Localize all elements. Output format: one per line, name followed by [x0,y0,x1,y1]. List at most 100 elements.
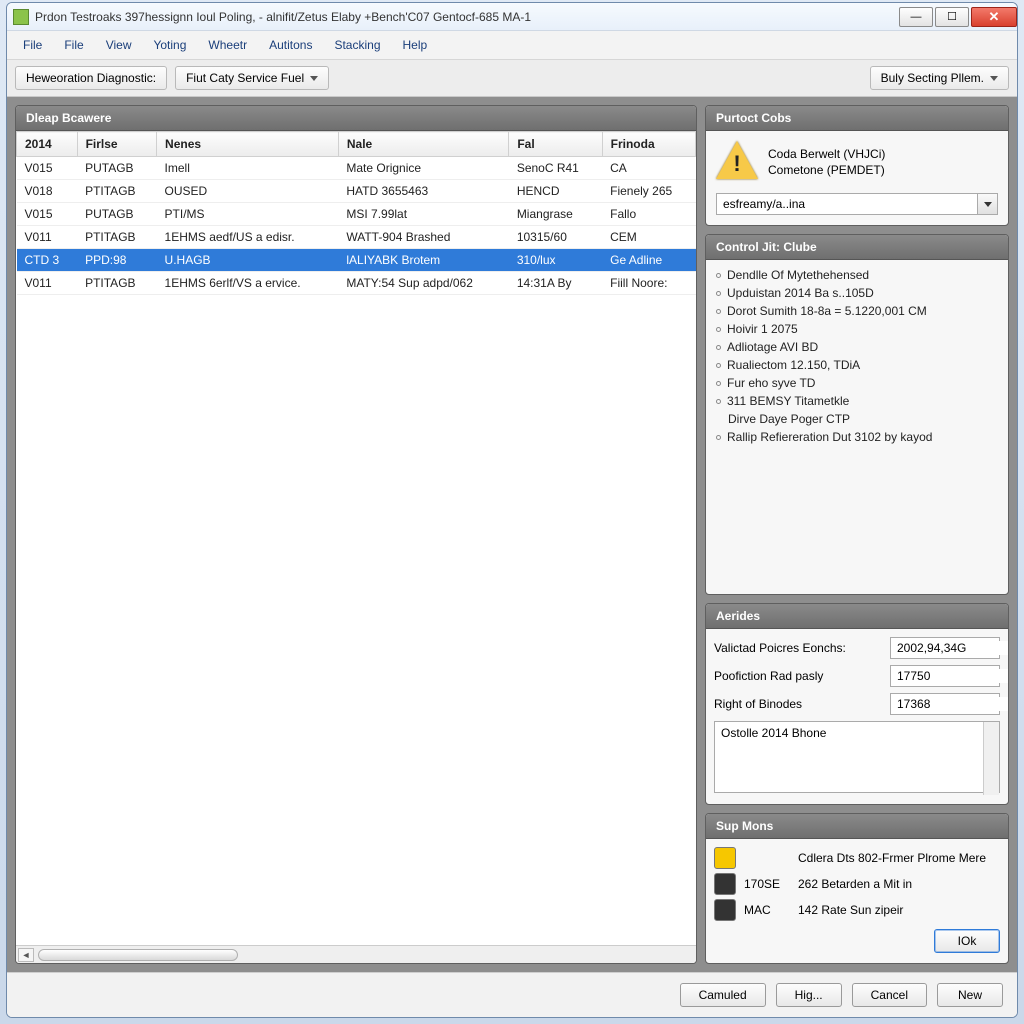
supmons-code: 170SE [744,877,790,891]
col-header[interactable]: Fal [509,132,602,157]
field-input[interactable] [891,669,1009,683]
warning-combo-button[interactable] [977,194,997,214]
chevron-down-icon [990,76,998,81]
bullet-icon [716,399,721,404]
menubar: File File View Yoting Wheetr Autitons St… [7,31,1017,60]
titlebar: Prdon Testroaks 397hessignn Ioul Poling,… [7,3,1017,31]
menu-help[interactable]: Help [393,35,438,55]
menu-stacking[interactable]: Stacking [324,35,390,55]
warning-panel: Purtoct Cobs ! Coda Berwelt (VHJCi) Come… [705,105,1009,226]
table-row[interactable]: V015PUTAGBPTI/MSMSI 7.99latMiangraseFall… [17,203,696,226]
form-row: Right of Binodes [714,693,1000,715]
scroll-thumb[interactable] [38,949,238,961]
list-item[interactable]: 311 BEMSY Titametkle [710,392,1004,410]
col-header[interactable]: Nenes [157,132,339,157]
warning-text: Coda Berwelt (VHJCi) Cometone (PEMDET) [768,146,885,178]
supmons-row[interactable]: Cdlera Dts 802-Frmer Plrome Mere [714,847,1000,869]
table-cell: CTD 3 [17,249,78,272]
aerides-title: Aerides [706,604,1008,629]
warning-combo-input[interactable] [717,197,977,211]
table-cell: 14:31A By [509,272,602,295]
warning-title: Purtoct Cobs [706,106,1008,131]
control-list: Dendlle Of MytethehensedUpduistan 2014 B… [706,260,1008,456]
table-cell: CA [602,157,695,180]
table-cell: V015 [17,157,78,180]
supmons-icon [714,847,736,869]
menu-file-1[interactable]: File [13,35,52,55]
application-window: Prdon Testroaks 397hessignn Ioul Poling,… [6,2,1018,1018]
list-item[interactable]: Rallip Refiereration Dut 3102 by kayod [710,428,1004,446]
menu-autitons[interactable]: Autitons [259,35,322,55]
menu-file-2[interactable]: File [54,35,93,55]
table-row[interactable]: V011PTITAGB1EHMS aedf/US a edisr.WATT-90… [17,226,696,249]
horizontal-scrollbar[interactable]: ◄ [16,945,696,963]
list-item[interactable]: Hoivir 1 2075 [710,320,1004,338]
table-cell: PPD:98 [77,249,156,272]
field-combo[interactable] [890,665,1000,687]
list-item[interactable]: Dendlle Of Mytethehensed [710,266,1004,284]
notes-textarea[interactable] [714,721,1000,793]
table-cell: PTITAGB [77,180,156,203]
field-input[interactable] [891,697,1009,711]
list-item[interactable]: Dorot Sumith 18-8a = 5.1220,001 CM [710,302,1004,320]
table-cell: PUTAGB [77,203,156,226]
list-item[interactable]: Fur eho syve TD [710,374,1004,392]
table-cell: MATY:54 Sup adpd/062 [338,272,508,295]
table-cell: Fiill Noore: [602,272,695,295]
field-combo[interactable] [890,637,1000,659]
service-fuel-dropdown[interactable]: Fiut Caty Service Fuel [175,66,329,90]
list-item[interactable]: Adliotage AVI BD [710,338,1004,356]
bullet-icon [716,273,721,278]
bullet-icon [716,381,721,386]
form-row: Poofiction Rad pasly [714,665,1000,687]
close-button[interactable]: ✕ [971,7,1017,27]
diagnostic-button[interactable]: Heweoration Diagnostic: [15,66,167,90]
list-item-label: Dorot Sumith 18-8a = 5.1220,001 CM [727,304,927,318]
supmons-row[interactable]: 170SE262 Betarden a Mit in [714,873,1000,895]
list-item-label: Hoivir 1 2075 [727,322,798,336]
table-row[interactable]: V015PUTAGBImellMate OrigniceSenoC R41CA [17,157,696,180]
list-item-label: Adliotage AVI BD [727,340,818,354]
list-item[interactable]: Upduistan 2014 Ba s..105D [710,284,1004,302]
hig-button[interactable]: Hig... [776,983,842,1007]
camuled-button[interactable]: Camuled [680,983,766,1007]
list-item-label: Rallip Refiereration Dut 3102 by kayod [727,430,932,444]
minimize-button[interactable]: — [899,7,933,27]
notes-scrollbar[interactable] [983,722,999,795]
list-item-plain[interactable]: Dirve Daye Poger CTP [710,410,1004,428]
menu-yoting[interactable]: Yoting [143,35,196,55]
menu-wheetr[interactable]: Wheetr [198,35,257,55]
table-row[interactable]: V018PTITAGBOUSEDHATD 3655463HENCDFienely… [17,180,696,203]
table-scroll-area[interactable]: 2014FirlseNenesNaleFalFrinoda V015PUTAGB… [16,131,696,945]
supmons-text: Cdlera Dts 802-Frmer Plrome Mere [798,851,986,865]
table-cell: CEM [602,226,695,249]
table-cell: 10315/60 [509,226,602,249]
table-cell: U.HAGB [157,249,339,272]
list-item[interactable]: Rualiectom 12.150, TDiA [710,356,1004,374]
table-cell: PTITAGB [77,226,156,249]
col-header[interactable]: 2014 [17,132,78,157]
chevron-down-icon [310,76,318,81]
col-header[interactable]: Nale [338,132,508,157]
bullet-icon [716,309,721,314]
table-row[interactable]: V011PTITAGB1EHMS 6erlf/VS a ervice.MATY:… [17,272,696,295]
ok-button[interactable]: IOk [934,929,1000,953]
field-input[interactable] [891,641,1009,655]
col-header[interactable]: Frinoda [602,132,695,157]
menu-view[interactable]: View [96,35,142,55]
col-header[interactable]: Firlse [77,132,156,157]
scroll-left-icon[interactable]: ◄ [18,948,34,962]
table-row[interactable]: CTD 3PPD:98U.HAGBlALIYABK Brotem310/luxG… [17,249,696,272]
right-column: Purtoct Cobs ! Coda Berwelt (VHJCi) Come… [705,105,1009,964]
toolbar: Heweoration Diagnostic: Fiut Caty Servic… [7,60,1017,97]
supmons-row[interactable]: MAC142 Rate Sun zipeir [714,899,1000,921]
settings-dropdown[interactable]: Buly Secting Pllem. [870,66,1009,90]
new-button[interactable]: New [937,983,1003,1007]
form-row: Valictad Poicres Eonchs: [714,637,1000,659]
field-combo[interactable] [890,693,1000,715]
table-cell: lALIYABK Brotem [338,249,508,272]
warning-combo[interactable] [716,193,998,215]
maximize-button[interactable]: ☐ [935,7,969,27]
table-cell: V011 [17,272,78,295]
cancel-button[interactable]: Cancel [852,983,927,1007]
